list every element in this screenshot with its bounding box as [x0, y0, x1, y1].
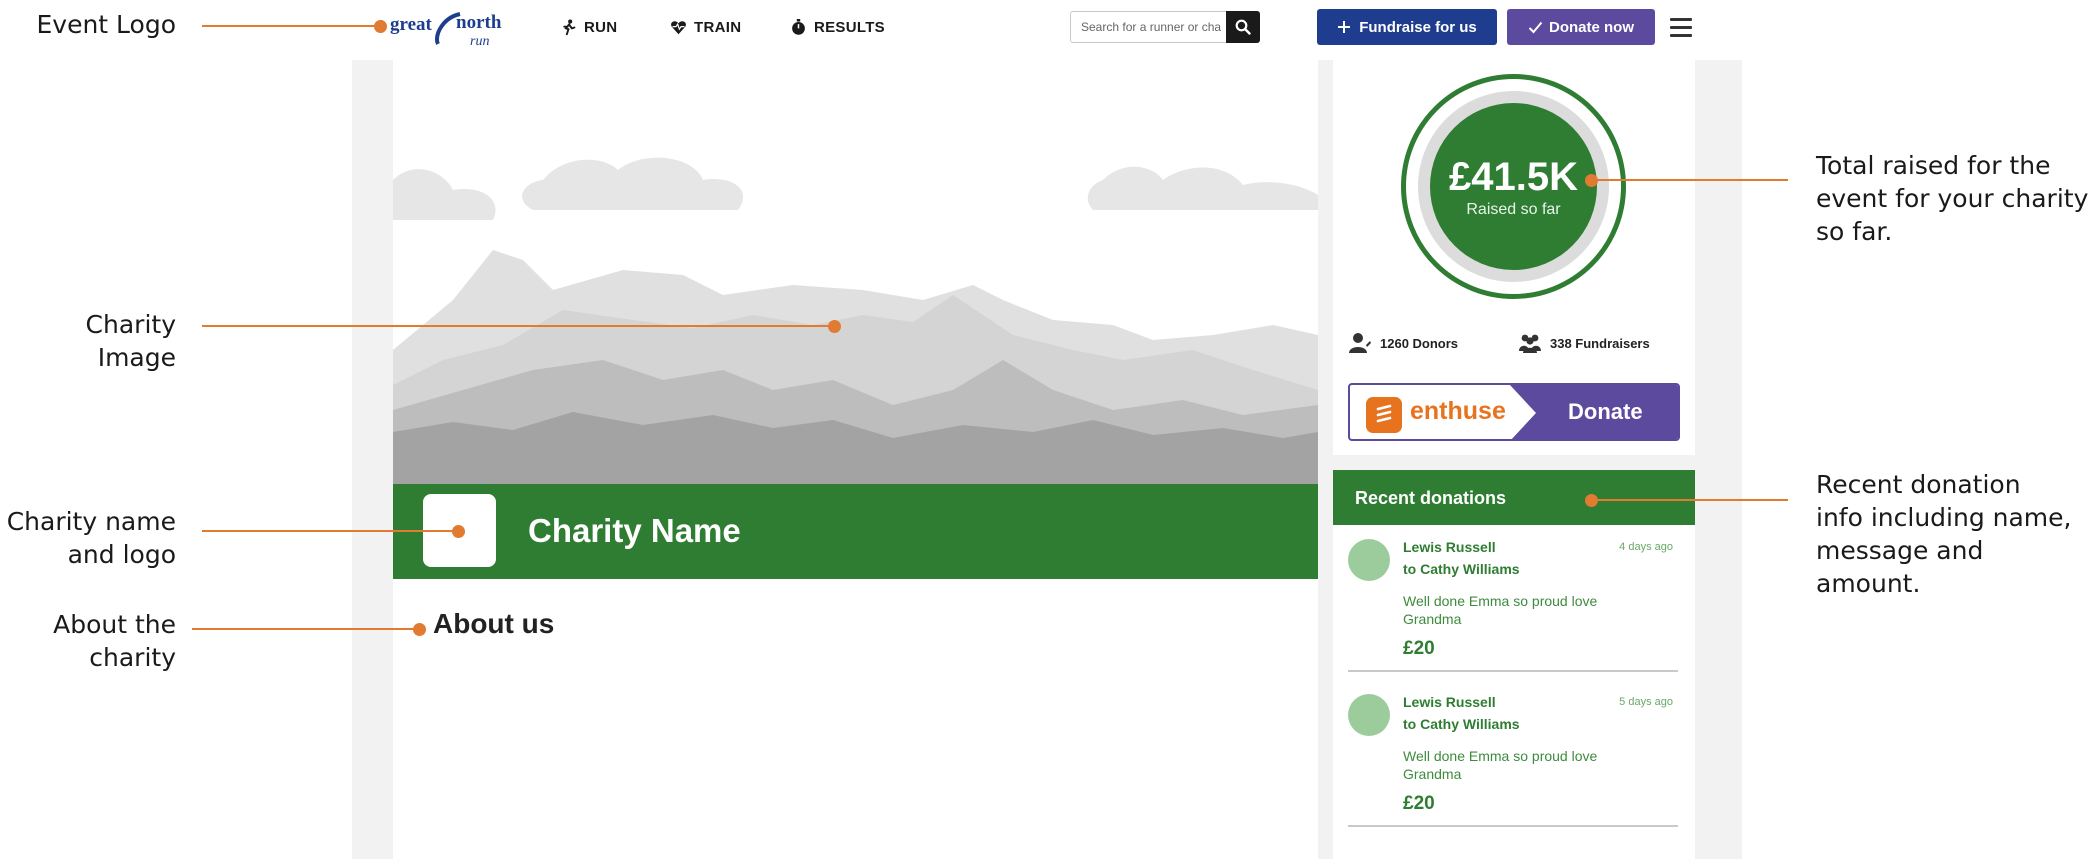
- donation-recipient: to Cathy Williams: [1403, 716, 1520, 732]
- annotation-about-charity: About the charity: [0, 608, 176, 674]
- runner-icon: [563, 19, 576, 35]
- event-logo[interactable]: great north run: [390, 8, 520, 48]
- fundraising-summary-card: £41.5K Raised so far 1260 Donors 338 Fun…: [1333, 60, 1695, 455]
- annotation-dot: [374, 20, 387, 33]
- logo-word-great: great: [390, 14, 433, 35]
- annotation-charity-image: Charity Image: [85, 310, 176, 372]
- recent-donations-list: Lewis Russell to Cathy Williams 4 days a…: [1333, 525, 1695, 859]
- enthuse-brand: enthuse: [1410, 397, 1506, 425]
- charity-name: Charity Name: [528, 512, 741, 549]
- donors-count-label: 1260 Donors: [1380, 335, 1459, 351]
- annotation-line: [1590, 179, 1788, 181]
- annotation-line-text: Total raised for the: [1816, 151, 2051, 180]
- charity-name-banner: Charity Name: [393, 484, 1318, 579]
- enthuse-logo-icon: [1366, 397, 1402, 433]
- donor-name: Lewis Russell: [1403, 539, 1496, 555]
- annotation-line: [202, 25, 380, 27]
- cloud-shapes: [393, 157, 1318, 220]
- donation-time: 5 days ago: [1619, 696, 1673, 708]
- enthuse-donate-button[interactable]: enthuse Donate: [1348, 383, 1680, 441]
- nav-results[interactable]: RESULTS: [790, 16, 885, 38]
- annotation-dot: [828, 320, 841, 333]
- annotation-line-text: charity: [89, 643, 176, 672]
- annotation-line-text: event for your charity: [1816, 184, 2089, 213]
- charity-image: [393, 60, 1318, 484]
- annotation-dot: [413, 623, 426, 636]
- annotation-line-text: About the: [53, 610, 176, 639]
- raised-label: Raised so far: [1466, 200, 1561, 218]
- annotation-line: [202, 325, 832, 327]
- annotation-line-text: info including name,: [1816, 503, 2072, 532]
- annotation-line-text: Recent donation: [1816, 470, 2021, 499]
- annotation-recent-donations: Recent donation info including name, mes…: [1816, 468, 2094, 600]
- donation-divider: [1348, 825, 1678, 827]
- donation-item: Lewis Russell to Cathy Williams 4 days a…: [1333, 525, 1695, 673]
- annotation-line-text: Charity name: [6, 507, 176, 536]
- hamburger-menu-button[interactable]: [1670, 14, 1696, 40]
- raised-amount: £41.5K: [1449, 154, 1578, 199]
- enthuse-donate-label: Donate: [1568, 399, 1643, 424]
- annotation-charity-name-logo: Charity name and logo: [0, 505, 176, 571]
- nav-train-label: TRAIN: [694, 18, 742, 36]
- fundraise-button-label: Fundraise for us: [1359, 18, 1477, 36]
- check-icon: [1528, 21, 1543, 33]
- donation-amount: £20: [1403, 638, 1435, 659]
- annotation-line: [202, 530, 458, 532]
- logo-word-north: north: [456, 12, 502, 33]
- annotation-total-raised: Total raised for the event for your char…: [1816, 149, 2094, 248]
- heart-pulse-icon: [671, 20, 686, 34]
- donation-amount: £20: [1403, 793, 1435, 814]
- mountain-landscape-illustration: [393, 157, 1318, 484]
- plus-icon: [1338, 21, 1351, 33]
- nav-run-label: RUN: [584, 18, 618, 36]
- donation-time: 4 days ago: [1619, 541, 1673, 553]
- site-header: great north run RUN TRAIN RESULTS Search…: [360, 0, 1740, 56]
- fundraisers-count: 338 Fundraisers: [1518, 332, 1650, 354]
- annotation-event-logo: Event Logo: [36, 10, 176, 39]
- donation-item: Lewis Russell to Cathy Williams 5 days a…: [1333, 680, 1695, 828]
- search-icon: [1235, 19, 1251, 35]
- annotation-line-text: so far.: [1816, 217, 1893, 246]
- annotation-line: [192, 628, 418, 630]
- search-input[interactable]: [1071, 12, 1221, 42]
- donate-now-button[interactable]: Donate now: [1507, 9, 1655, 45]
- stopwatch-icon: [792, 18, 805, 35]
- donor-avatar: [1348, 539, 1390, 581]
- search-button[interactable]: [1226, 11, 1260, 43]
- search-box: [1070, 11, 1260, 43]
- raised-ring-core: £41.5K Raised so far: [1430, 103, 1597, 270]
- group-people-icon: [1519, 334, 1541, 353]
- donors-count: 1260 Donors: [1348, 332, 1458, 354]
- donation-recipient: to Cathy Williams: [1403, 561, 1520, 577]
- donor-name: Lewis Russell: [1403, 694, 1496, 710]
- annotation-line-text: message and amount.: [1816, 536, 1984, 598]
- annotation-dot: [1585, 174, 1598, 187]
- annotation-line: [1594, 499, 1788, 501]
- raised-ring-track: £41.5K Raised so far: [1418, 91, 1609, 282]
- donation-message: Well done Emma so proud love Grandma: [1403, 748, 1598, 782]
- annotation-line-text: and logo: [67, 540, 176, 569]
- donate-now-button-label: Donate now: [1549, 18, 1634, 36]
- annotation-dot: [452, 525, 465, 538]
- logo-word-run: run: [470, 34, 489, 48]
- donor-person-icon: [1349, 333, 1371, 353]
- donor-avatar: [1348, 694, 1390, 736]
- nav-run[interactable]: RUN: [560, 16, 617, 38]
- nav-results-label: RESULTS: [814, 18, 885, 36]
- recent-donations-header: Recent donations: [1333, 470, 1695, 525]
- about-us-heading: About us: [433, 608, 555, 639]
- nav-train[interactable]: TRAIN: [670, 16, 741, 38]
- fundraisers-count-label: 338 Fundraisers: [1550, 335, 1650, 351]
- menu-bar-icon: [1670, 17, 1692, 21]
- menu-bar-icon: [1670, 33, 1692, 37]
- donation-divider: [1348, 670, 1678, 672]
- fundraise-button[interactable]: Fundraise for us: [1317, 9, 1497, 45]
- donation-message: Well done Emma so proud love Grandma: [1403, 593, 1598, 627]
- annotation-dot: [1585, 494, 1598, 507]
- menu-bar-icon: [1670, 25, 1692, 29]
